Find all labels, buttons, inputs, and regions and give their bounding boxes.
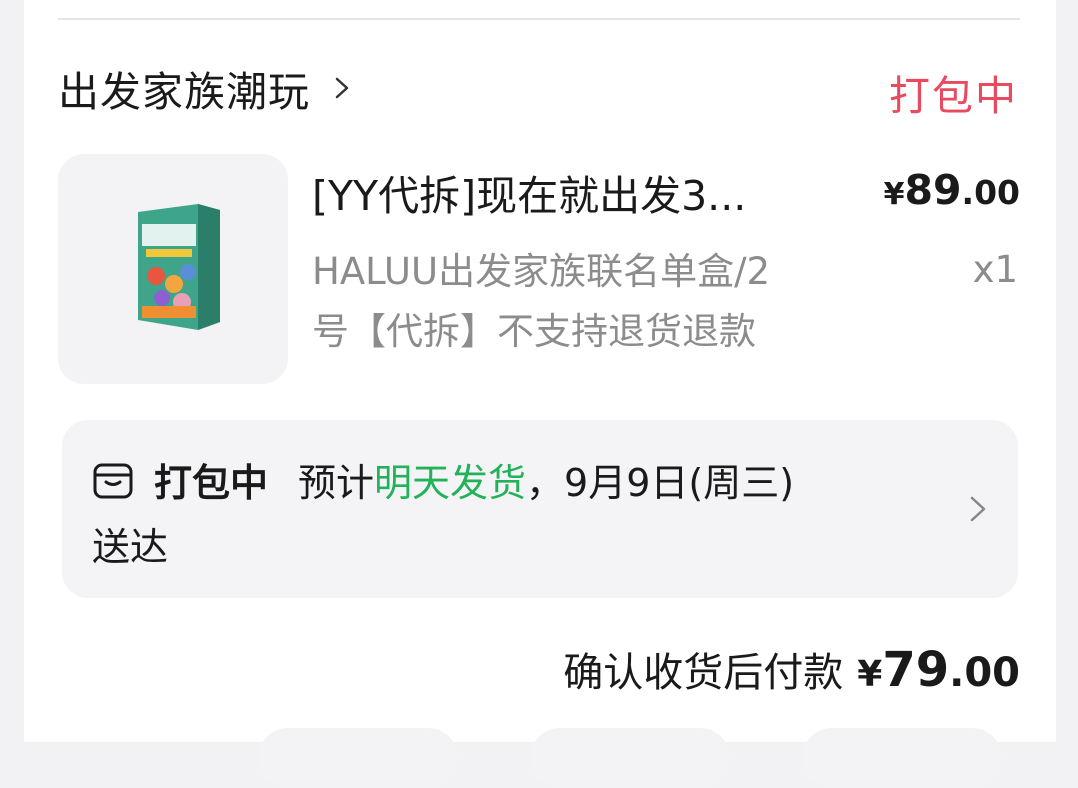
page-background <box>0 420 24 630</box>
chevron-right-icon <box>335 77 349 99</box>
price-integer: 89 <box>904 166 962 214</box>
payment-label: 确认收货后付款 <box>563 650 844 696</box>
product-image <box>138 204 220 330</box>
payment-amount: ¥79.00 <box>857 642 1020 698</box>
payment-summary: 确认收货后付款 ¥79.00 <box>563 640 1020 698</box>
product-spec: HALUU出发家族联名单盒/2 号【代拆】不支持退货退款 <box>312 242 892 362</box>
product-price: ¥89.00 <box>884 166 1020 214</box>
action-button-2[interactable] <box>530 728 730 788</box>
payment-currency: ¥ <box>857 654 883 695</box>
order-status: 打包中 <box>889 72 1018 120</box>
price-decimal: .00 <box>961 173 1020 212</box>
shipping-estimate-line: 打包中 预计明天发货，9月9日(周三) <box>154 452 794 507</box>
action-button-3[interactable] <box>802 728 1002 788</box>
shipping-status: 打包中 <box>154 461 269 505</box>
estimate-prefix: 预计 <box>298 461 375 505</box>
spec-line-2: 号【代拆】不支持退货退款 <box>312 310 756 353</box>
estimate-date: ，9月9日(周三) <box>526 461 795 505</box>
shop-link[interactable]: 出发家族潮玩 <box>58 60 354 116</box>
top-divider <box>58 18 1020 20</box>
price-currency: ¥ <box>883 177 905 212</box>
spec-line-1: HALUU出发家族联名单盒/2 <box>312 250 771 293</box>
estimate-highlight: 明天发货 <box>374 461 527 505</box>
payment-integer: 79 <box>882 642 950 698</box>
shop-name: 出发家族潮玩 <box>58 68 310 116</box>
action-button-1[interactable] <box>258 728 458 788</box>
product-title[interactable]: [YY代拆]现在就出发3... <box>312 162 746 222</box>
product-thumbnail[interactable] <box>58 154 288 384</box>
package-box-icon <box>93 463 133 499</box>
payment-decimal: .00 <box>949 650 1020 696</box>
product-quantity: x1 <box>972 248 1018 291</box>
estimate-line-2: 送达 <box>92 525 169 569</box>
shipping-info-panel[interactable]: 打包中 预计明天发货，9月9日(周三) 送达 <box>62 420 1018 598</box>
chevron-right-icon <box>970 496 986 522</box>
